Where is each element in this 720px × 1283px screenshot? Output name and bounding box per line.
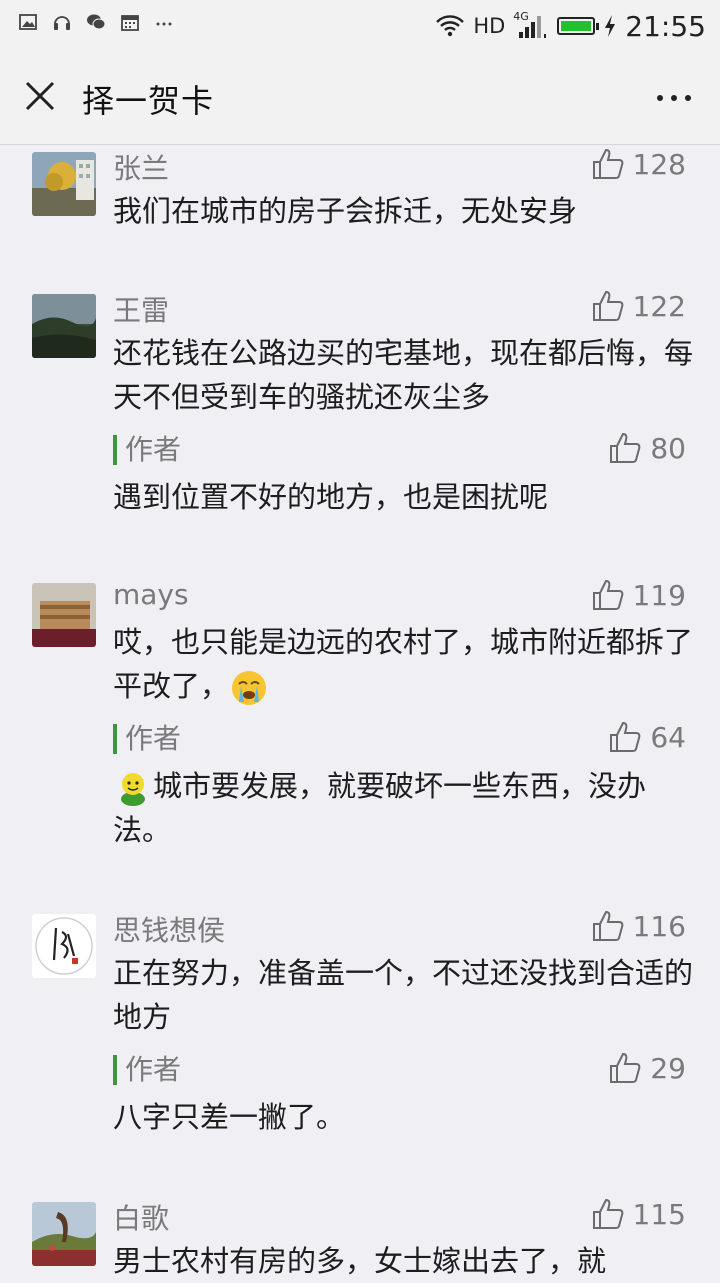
- thumbs-up-icon: [610, 1052, 641, 1083]
- page-title: 择一贺卡: [82, 82, 215, 120]
- like-count: 29: [650, 1051, 686, 1085]
- comment-text-body: 哎，也只能是边远的农村了，城市附近都拆了平改了，: [113, 625, 694, 703]
- like-button[interactable]: 115: [591, 1197, 686, 1231]
- wifi-icon: [435, 14, 465, 38]
- like-count: 116: [632, 909, 686, 943]
- thumbs-up-icon: [592, 910, 623, 941]
- network-type: HD: [473, 14, 506, 38]
- reply-like-button[interactable]: 29: [608, 1051, 686, 1085]
- like-count: 80: [650, 431, 686, 465]
- crying-emoji-icon: [229, 668, 269, 708]
- signal-icon: 4G: [513, 10, 549, 40]
- avatar[interactable]: [32, 914, 96, 978]
- reply-text-body: 城市要发展，就要破坏一些东西，没办法。: [113, 769, 647, 847]
- thumbs-up-icon: [592, 148, 623, 179]
- thumbs-up-icon: [592, 290, 623, 321]
- clock: 21:55: [625, 9, 706, 43]
- thumbs-up-icon: [610, 432, 641, 463]
- reply-text: 八字只差一撇了。: [113, 1100, 346, 1134]
- avatar[interactable]: [32, 152, 96, 216]
- comment-text: 还花钱在公路边买的宅基地，现在都后悔，每天不但受到车的骚扰还灰尘多: [113, 336, 694, 414]
- thumbs-up-icon: [592, 1198, 623, 1229]
- image-icon: [18, 12, 38, 32]
- wechat-icon: [86, 12, 106, 32]
- status-bar: HD 4G 21:55: [0, 0, 720, 52]
- reply-text: 遇到位置不好的地方，也是困扰呢: [113, 480, 549, 514]
- like-count: 128: [632, 147, 686, 181]
- like-count: 64: [650, 720, 686, 754]
- close-icon: [25, 81, 55, 111]
- more-button[interactable]: [650, 78, 698, 118]
- charging-icon: [603, 14, 617, 38]
- like-count: 115: [632, 1197, 686, 1231]
- author-reply-label: 作者: [113, 435, 181, 465]
- author-reply-label: 作者: [113, 1055, 181, 1085]
- comment-author[interactable]: 张兰: [113, 147, 169, 187]
- close-button[interactable]: [18, 74, 62, 118]
- author-reply-label: 作者: [113, 724, 181, 754]
- avatar[interactable]: [32, 1202, 96, 1266]
- comment-author[interactable]: 王雷: [113, 289, 169, 329]
- reply-like-button[interactable]: 64: [608, 720, 686, 754]
- comment-text: 哎，也只能是边远的农村了，城市附近都拆了平改了，: [113, 620, 693, 708]
- comment-author[interactable]: 思钱想侯: [113, 909, 225, 949]
- like-count: 119: [632, 578, 686, 612]
- comment-text: 男士农村有房的多，女士嫁出去了，就: [113, 1244, 607, 1278]
- battery-icon: [557, 17, 600, 35]
- like-button[interactable]: 119: [591, 578, 686, 612]
- signal-type-label: 4G: [513, 10, 529, 23]
- avatar[interactable]: [32, 583, 96, 647]
- headset-icon: [52, 12, 72, 32]
- comment-text: 正在努力，准备盖一个，不过还没找到合适的地方: [113, 956, 694, 1034]
- thumbs-up-icon: [610, 721, 641, 752]
- comment-author[interactable]: 白歌: [113, 1197, 169, 1237]
- battery-fill: [561, 21, 592, 31]
- reply-text: 城市要发展，就要破坏一些东西，没办法。: [113, 764, 693, 852]
- like-button[interactable]: 122: [591, 289, 686, 323]
- comment-author[interactable]: mays: [113, 578, 189, 611]
- title-bar: 择一贺卡: [0, 52, 720, 145]
- like-button[interactable]: 116: [591, 909, 686, 943]
- avatar[interactable]: [32, 294, 96, 358]
- thumbs-up-icon: [592, 579, 623, 610]
- comment-text: 我们在城市的房子会拆迁，无处安身: [113, 194, 578, 228]
- more-dots-icon: [154, 12, 174, 32]
- calendar-icon: [120, 12, 140, 32]
- more-icon: [657, 95, 691, 101]
- like-count: 122: [632, 289, 686, 323]
- reply-like-button[interactable]: 80: [608, 431, 686, 465]
- like-button[interactable]: 128: [591, 147, 686, 181]
- green-figure-emoji-icon: [113, 768, 153, 808]
